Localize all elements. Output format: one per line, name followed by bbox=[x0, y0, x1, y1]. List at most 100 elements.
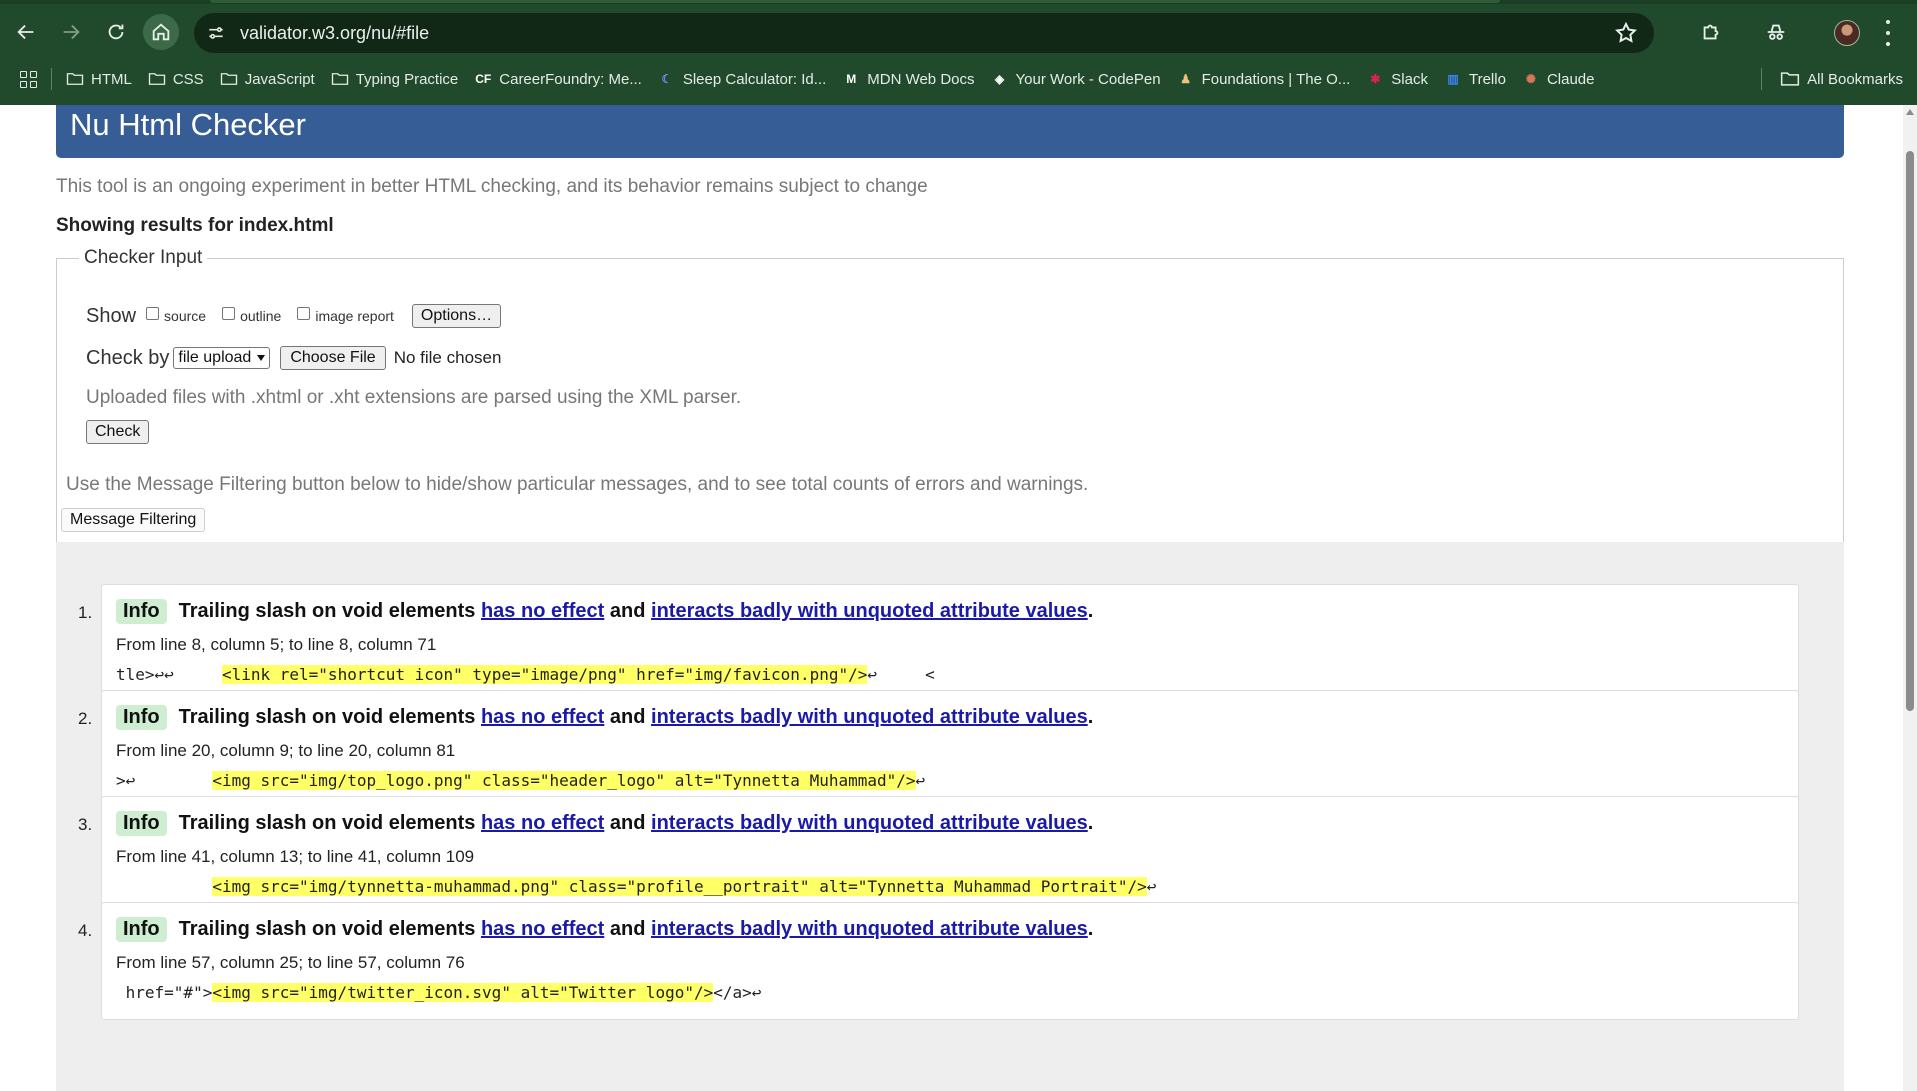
has-no-effect-link[interactable]: has no effect bbox=[481, 706, 604, 729]
bookmark-item[interactable]: ◈ Your Work - CodePen bbox=[983, 64, 1169, 94]
intro-text: This tool is an ongoing experiment in be… bbox=[56, 176, 928, 197]
bookmark-item[interactable]: Typing Practice bbox=[323, 64, 467, 94]
outline-checkbox[interactable]: outline bbox=[222, 306, 282, 324]
bookmark-item[interactable]: CSS bbox=[140, 64, 212, 94]
options-button[interactable]: Options… bbox=[411, 304, 502, 328]
slack-icon: ✱ bbox=[1370, 72, 1381, 86]
checkbox-label: outline bbox=[240, 308, 282, 324]
codepen-icon: ◈ bbox=[994, 72, 1005, 86]
message-text: Trailing slash on void elements bbox=[178, 706, 476, 728]
chevron-down-icon bbox=[257, 355, 266, 361]
tab-strip bbox=[0, 0, 1917, 4]
checkbox-box[interactable] bbox=[297, 306, 311, 320]
message-item: 2. Info Trailing slash on void elements ha… bbox=[78, 690, 1799, 808]
message-text: Trailing slash on void elements bbox=[178, 812, 476, 834]
bookmark-star-icon[interactable] bbox=[1614, 21, 1638, 45]
careerfoundry-icon: CF bbox=[475, 72, 492, 86]
bookmark-item[interactable]: ☾ Sleep Calculator: Id... bbox=[650, 64, 834, 94]
bookmark-item[interactable]: ▥ Trello bbox=[1436, 64, 1514, 94]
extensions-button[interactable] bbox=[1695, 16, 1727, 48]
has-no-effect-link[interactable]: has no effect bbox=[481, 812, 604, 835]
browser-menu-icon[interactable] bbox=[1883, 20, 1893, 46]
forward-arrow-icon bbox=[63, 24, 80, 40]
bookmark-item[interactable]: M MDN Web Docs bbox=[834, 64, 982, 94]
all-bookmarks-divider bbox=[1761, 68, 1763, 90]
home-button[interactable] bbox=[143, 14, 179, 50]
site-info-icon[interactable] bbox=[200, 17, 232, 49]
message-title: Info Trailing slash on void elements has … bbox=[116, 705, 1093, 730]
unquoted-attribute-link[interactable]: interacts badly with unquoted attribute … bbox=[651, 600, 1088, 623]
checkbox-box[interactable] bbox=[146, 306, 160, 320]
extract-highlight: <img src="img/twitter_icon.svg" alt="Twi… bbox=[212, 983, 714, 1002]
address-bar[interactable]: validator.w3.org/nu/#file bbox=[194, 13, 1654, 53]
page-header: Nu Html Checker bbox=[56, 105, 1844, 158]
choose-file-button[interactable]: Choose File bbox=[280, 346, 386, 370]
message-number: 4. bbox=[78, 921, 93, 940]
reload-button[interactable] bbox=[98, 14, 134, 50]
forward-button[interactable] bbox=[53, 14, 89, 50]
message-location: From line 8, column 5; to line 8, column… bbox=[116, 635, 437, 654]
bookmark-item[interactable]: ♟ Foundations | The O... bbox=[1169, 64, 1359, 94]
all-bookmarks-button[interactable]: All Bookmarks bbox=[1761, 62, 1903, 96]
message-period: . bbox=[1087, 918, 1094, 940]
source-checkbox[interactable]: source bbox=[146, 306, 206, 324]
bookmark-label: Trello bbox=[1468, 70, 1506, 88]
extract-before bbox=[116, 877, 212, 896]
message-number: 3. bbox=[78, 815, 93, 834]
unquoted-attribute-link[interactable]: interacts badly with unquoted attribute … bbox=[651, 918, 1088, 941]
unquoted-attribute-link[interactable]: interacts badly with unquoted attribute … bbox=[651, 812, 1088, 835]
bookmark-item[interactable]: ✱ Slack bbox=[1358, 64, 1436, 94]
check-by-value: file upload bbox=[178, 349, 252, 366]
message-period: . bbox=[1087, 600, 1094, 622]
check-by-select[interactable]: file upload bbox=[173, 347, 271, 369]
message-location: From line 41, column 13; to line 41, col… bbox=[116, 847, 475, 866]
bookmark-label: MDN Web Docs bbox=[867, 70, 975, 88]
extract-highlight: <img src="img/top_logo.png" class="heade… bbox=[212, 771, 916, 790]
info-badge: Info bbox=[116, 705, 167, 730]
bookmark-label: Foundations | The O... bbox=[1201, 70, 1351, 88]
message-filtering-button[interactable]: Message Filtering bbox=[61, 508, 206, 532]
scroll-up-arrow-icon[interactable] bbox=[1906, 109, 1914, 115]
sleep-icon: ☾ bbox=[661, 72, 673, 86]
active-tab-edge bbox=[210, 0, 1500, 3]
info-badge: Info bbox=[116, 811, 167, 836]
check-button[interactable]: Check bbox=[86, 420, 150, 444]
bookmark-item[interactable]: CF CareerFoundry: Me... bbox=[466, 64, 650, 94]
extract-before: >↩ bbox=[116, 771, 213, 790]
bookmark-label: Sleep Calculator: Id... bbox=[682, 70, 827, 88]
upload-note: Uploaded files with .xhtml or .xht exten… bbox=[86, 387, 742, 408]
message-extract: href="#"><img src="img/twitter_icon.svg"… bbox=[116, 983, 761, 1002]
has-no-effect-link[interactable]: has no effect bbox=[481, 600, 604, 623]
puzzle-icon bbox=[1703, 24, 1719, 40]
extract-before: tle>↩↩ bbox=[116, 665, 222, 684]
message-title: Info Trailing slash on void elements has … bbox=[116, 917, 1093, 942]
extract-highlight: <link rel="shortcut icon" type="image/pn… bbox=[221, 665, 868, 684]
mdn-icon: M bbox=[846, 72, 857, 86]
message-number: 2. bbox=[78, 709, 93, 728]
bookmark-label: Your Work - CodePen bbox=[1015, 70, 1161, 88]
message-extract: tle>↩↩ <link rel="shortcut icon" type="i… bbox=[116, 665, 935, 684]
profile-avatar[interactable] bbox=[1834, 20, 1860, 46]
scrollbar-thumb[interactable] bbox=[1906, 151, 1914, 711]
apps-grid-icon bbox=[20, 70, 37, 88]
url-text[interactable]: validator.w3.org/nu/#file bbox=[240, 23, 429, 44]
bookmark-item[interactable]: ✺ Claude bbox=[1514, 64, 1603, 94]
message-conjunction: and bbox=[609, 812, 646, 834]
bookmark-item[interactable]: JavaScript bbox=[212, 64, 323, 94]
bookmarks-bar: HTML CSS JavaScript Typing Practice CF Career… bbox=[0, 62, 1917, 96]
has-no-effect-link[interactable]: has no effect bbox=[481, 918, 604, 941]
odin-icon: ♟ bbox=[1180, 72, 1191, 86]
message-number: 1. bbox=[78, 603, 93, 622]
checkbox-box[interactable] bbox=[222, 306, 236, 320]
image-report-checkbox[interactable]: image report bbox=[297, 306, 394, 324]
no-file-chosen-text: No file chosen bbox=[393, 348, 502, 367]
page-scrollbar[interactable] bbox=[1903, 105, 1917, 1091]
back-button[interactable] bbox=[8, 14, 44, 50]
bookmark-item[interactable]: HTML bbox=[58, 64, 140, 94]
info-badge: Info bbox=[116, 599, 167, 624]
incognito-button[interactable] bbox=[1760, 16, 1792, 48]
checker-input-legend: Checker Input bbox=[84, 247, 203, 268]
unquoted-attribute-link[interactable]: interacts badly with unquoted attribute … bbox=[651, 706, 1088, 729]
message-location: From line 57, column 25; to line 57, col… bbox=[116, 953, 465, 972]
apps-button[interactable] bbox=[0, 64, 45, 94]
